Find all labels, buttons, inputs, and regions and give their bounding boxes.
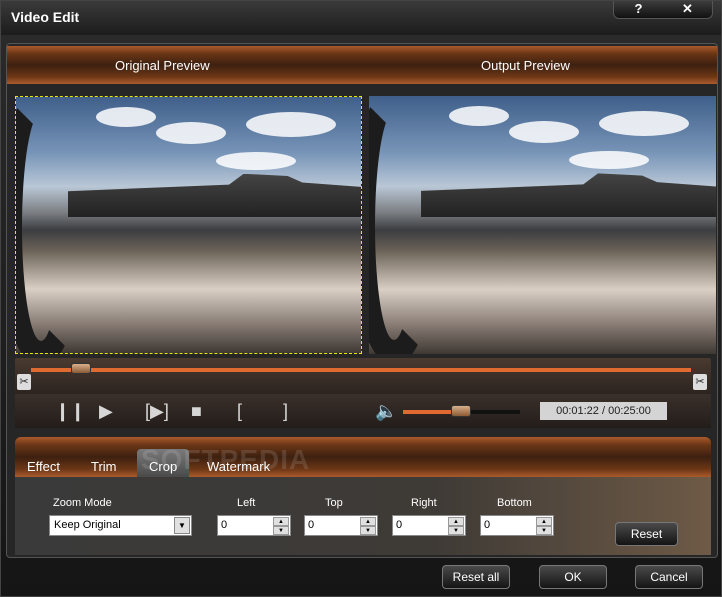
output-preview-label: Output Preview	[481, 58, 570, 73]
tab-trim[interactable]: Trim	[91, 459, 117, 474]
timeline-track[interactable]	[31, 368, 691, 372]
stop-icon[interactable]: ■	[191, 402, 202, 420]
left-label: Left	[237, 497, 256, 509]
left-stepper[interactable]: 0 ▲ ▼	[217, 515, 291, 536]
video-frame	[369, 96, 716, 354]
volume-thumb[interactable]	[450, 405, 471, 417]
right-value: 0	[396, 519, 403, 531]
up-arrow-icon[interactable]: ▲	[536, 517, 552, 526]
playback-controls: ❙❙ ▶ [▶] ■ [ ] 🔈 00:01:22 / 00:25:00	[15, 394, 711, 428]
preview-header: Original Preview Output Preview	[7, 46, 717, 84]
bottom-stepper[interactable]: 0 ▲ ▼	[480, 515, 554, 536]
play-icon[interactable]: ▶	[99, 402, 113, 420]
chevron-down-icon[interactable]: ▼	[174, 517, 190, 534]
output-preview-video	[369, 96, 716, 354]
down-arrow-icon[interactable]: ▼	[273, 526, 289, 535]
volume-fill	[403, 410, 456, 414]
next-frame-icon[interactable]: [▶]	[145, 402, 169, 420]
mark-out-icon[interactable]: ]	[283, 402, 288, 420]
original-preview-video[interactable]	[15, 96, 362, 354]
up-arrow-icon[interactable]: ▲	[273, 517, 289, 526]
up-arrow-icon[interactable]: ▲	[448, 517, 464, 526]
ok-button[interactable]: OK	[539, 565, 607, 589]
top-label: Top	[325, 497, 343, 509]
cancel-button[interactable]: Cancel	[635, 565, 703, 589]
time-display: 00:01:22 / 00:25:00	[540, 402, 667, 420]
reset-all-button[interactable]: Reset all	[442, 565, 510, 589]
tab-bar: Effect Trim Crop Watermark	[15, 437, 711, 477]
zoom-mode-value: Keep Original	[54, 519, 121, 531]
trim-end-scissor-icon[interactable]: ✂	[693, 374, 707, 390]
bottom-label: Bottom	[497, 497, 532, 509]
bottom-value: 0	[484, 519, 491, 531]
window-title: Video Edit	[11, 9, 80, 25]
tab-effect[interactable]: Effect	[27, 459, 60, 474]
close-button[interactable]: ✕	[663, 1, 712, 18]
right-stepper[interactable]: 0 ▲ ▼	[392, 515, 466, 536]
main-panel: Original Preview Output Preview ✂ ✂ ❙❙ ▶…	[6, 43, 718, 558]
timeline-thumb[interactable]	[70, 363, 91, 374]
softpedia-watermark: SOFTPEDIA	[141, 444, 311, 475]
down-arrow-icon[interactable]: ▼	[360, 526, 376, 535]
title-buttons: ? ✕	[613, 1, 713, 19]
left-value: 0	[221, 519, 228, 531]
top-stepper[interactable]: 0 ▲ ▼	[304, 515, 378, 536]
crop-panel: Zoom Mode Keep Original ▼ Left 0 ▲ ▼ Top…	[15, 477, 711, 555]
pause-icon[interactable]: ❙❙	[55, 402, 85, 420]
help-button[interactable]: ?	[614, 1, 663, 18]
right-label: Right	[411, 497, 437, 509]
volume-icon[interactable]: 🔈	[375, 402, 397, 420]
up-arrow-icon[interactable]: ▲	[360, 517, 376, 526]
top-value: 0	[308, 519, 315, 531]
down-arrow-icon[interactable]: ▼	[448, 526, 464, 535]
title-bar: Video Edit ? ✕	[1, 1, 721, 35]
zoom-mode-label: Zoom Mode	[53, 497, 112, 509]
crop-reset-button[interactable]: Reset	[615, 522, 678, 546]
mark-in-icon[interactable]: [	[237, 402, 242, 420]
video-frame	[16, 97, 361, 353]
zoom-mode-select[interactable]: Keep Original ▼	[49, 515, 192, 536]
original-preview-label: Original Preview	[115, 58, 210, 73]
trim-start-scissor-icon[interactable]: ✂	[17, 374, 31, 390]
video-edit-window: Video Edit ? ✕ Original Preview Output P…	[0, 0, 722, 597]
down-arrow-icon[interactable]: ▼	[536, 526, 552, 535]
timeline[interactable]: ✂ ✂	[15, 358, 711, 394]
